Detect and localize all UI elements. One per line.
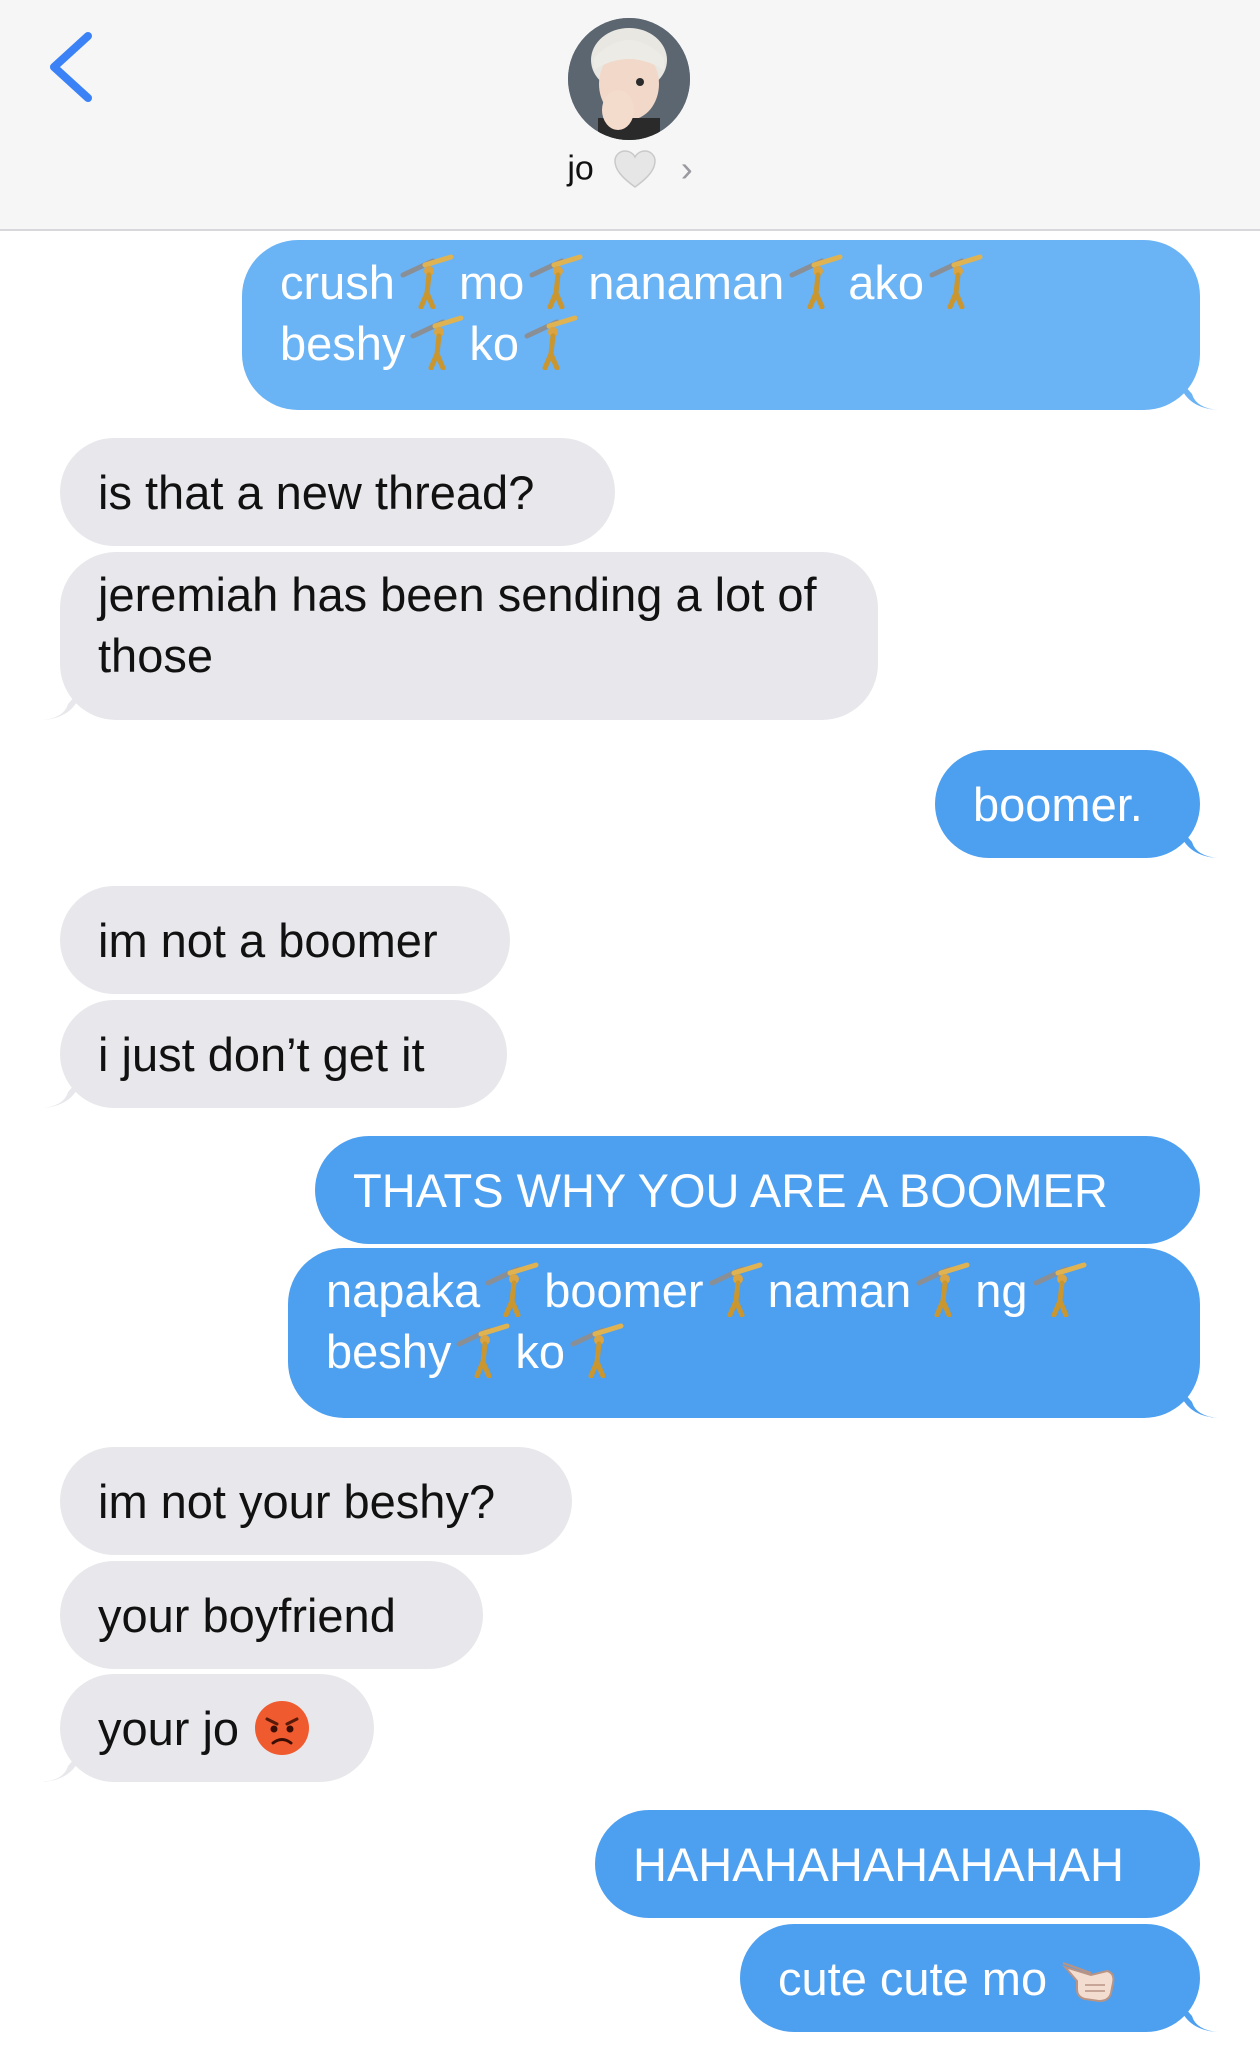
bubble-tail xyxy=(1178,378,1218,410)
pouting-face-icon xyxy=(255,1701,310,1755)
message-thread: crush mo nanaman ako beshy ko is that a new th… xyxy=(0,232,1260,2048)
message-text: is that a new thread? xyxy=(98,465,535,519)
message-word: boomer xyxy=(544,1264,704,1317)
white-heart-icon xyxy=(614,150,656,188)
received-message-bubble[interactable]: im not your beshy? xyxy=(60,1447,572,1555)
bubble-tail xyxy=(1178,2000,1218,2032)
person-cartwheel-icon xyxy=(929,254,983,309)
person-cartwheel-icon xyxy=(524,315,578,370)
sent-message-bubble[interactable]: crush mo nanaman ako beshy ko xyxy=(242,240,1218,410)
received-message-bubble[interactable]: i just don’t get it xyxy=(42,1000,507,1108)
message-text: jeremiah has been sending a lot of those xyxy=(98,568,817,682)
received-message-bubble[interactable]: jeremiah has been sending a lot of those xyxy=(42,552,878,720)
person-cartwheel-icon xyxy=(916,1262,970,1317)
sent-message-bubble[interactable]: boomer. xyxy=(935,750,1218,858)
person-cartwheel-icon xyxy=(789,254,843,309)
received-message-bubble[interactable]: your boyfriend xyxy=(60,1561,483,1669)
person-cartwheel-icon xyxy=(709,1262,763,1317)
person-cartwheel-icon xyxy=(400,254,454,309)
sent-message-bubble[interactable]: THATS WHY YOU ARE A BOOMER xyxy=(315,1136,1200,1244)
bubble-tail xyxy=(42,1750,82,1782)
message-line: crush mo nanaman ako xyxy=(280,252,1162,313)
message-text: im not a boomer xyxy=(98,913,438,967)
received-message-bubble[interactable]: is that a new thread? xyxy=(60,438,615,546)
person-cartwheel-icon xyxy=(410,315,464,370)
message-word: napaka xyxy=(326,1264,481,1317)
message-word: crush xyxy=(280,256,395,309)
contact-avatar[interactable] xyxy=(568,18,690,140)
sent-message-bubble[interactable]: napaka boomer naman ng beshy ko xyxy=(288,1248,1218,1418)
received-message-bubble[interactable]: im not a boomer xyxy=(60,886,510,994)
sent-message-bubble[interactable]: HAHAHAHAHAHAHAH xyxy=(595,1810,1200,1918)
conversation-header: jo › xyxy=(0,0,1260,231)
person-cartwheel-icon xyxy=(570,1323,624,1378)
person-cartwheel-icon xyxy=(529,254,583,309)
message-text: HAHAHAHAHAHAHAH xyxy=(633,1837,1124,1891)
contact-name: jo xyxy=(567,149,594,188)
message-text: boomer. xyxy=(973,777,1143,831)
bubble-tail xyxy=(1178,826,1218,858)
message-text: your jo xyxy=(98,1701,240,1755)
message-line: napaka boomer naman ng xyxy=(326,1260,1162,1321)
message-word: ko xyxy=(469,317,520,370)
message-word: mo xyxy=(458,256,525,309)
message-word: ng xyxy=(975,1264,1028,1317)
person-cartwheel-icon xyxy=(485,1262,539,1317)
message-word: nanaman xyxy=(588,256,785,309)
message-word: ako xyxy=(848,256,925,309)
received-message-bubble[interactable]: your jo xyxy=(42,1674,374,1782)
bubble-tail xyxy=(42,688,82,720)
back-chevron-icon[interactable] xyxy=(44,30,96,104)
message-word: beshy xyxy=(326,1325,452,1378)
bubble-tail xyxy=(42,1076,82,1108)
message-line: beshy ko xyxy=(326,1321,1162,1382)
message-text: cute cute mo xyxy=(778,1951,1048,2005)
message-text: i just don’t get it xyxy=(98,1027,425,1081)
message-text: THATS WHY YOU ARE A BOOMER xyxy=(353,1163,1108,1217)
person-cartwheel-icon xyxy=(1033,1262,1087,1317)
chevron-right-icon: › xyxy=(680,148,693,190)
message-text: im not your beshy? xyxy=(98,1474,496,1528)
sent-message-bubble[interactable]: cute cute mo xyxy=(740,1924,1218,2032)
message-line: beshy ko xyxy=(280,313,1162,374)
message-word: ko xyxy=(515,1325,566,1378)
person-cartwheel-icon xyxy=(456,1323,510,1378)
bubble-tail xyxy=(1178,1386,1218,1418)
message-text: your boyfriend xyxy=(98,1588,396,1642)
message-word: beshy xyxy=(280,317,406,370)
message-word: naman xyxy=(767,1264,912,1317)
pointing-hand-icon xyxy=(1062,1962,1115,2003)
contact-name-row[interactable]: jo › xyxy=(0,148,1260,190)
